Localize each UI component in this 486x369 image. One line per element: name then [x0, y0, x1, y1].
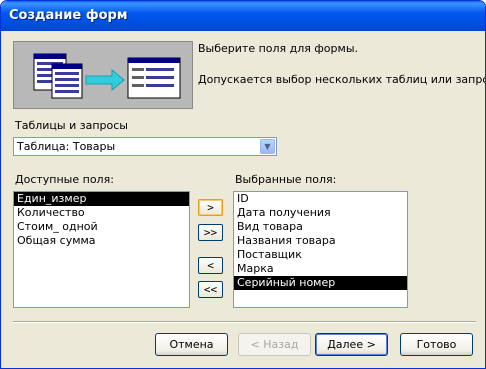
list-item[interactable]: ID [234, 192, 407, 206]
cancel-button[interactable]: Отмена [155, 333, 228, 356]
list-item[interactable]: Количество [14, 206, 189, 220]
dialog-client-area: Выберите поля для формы. Допускается выб… [4, 31, 485, 366]
arrow-right-icon [85, 68, 125, 92]
list-item[interactable]: Стоим_ одной [14, 220, 189, 234]
available-fields-list[interactable]: Един_измер Количество Стоим_ одной Общая… [13, 191, 190, 308]
form-wizard-dialog: Создание форм Выберите поля для формы. Д… [0, 0, 486, 369]
table-window-icon [33, 53, 83, 99]
remove-field-button[interactable]: < [198, 257, 223, 274]
tables-queries-label: Таблицы и запросы [15, 119, 128, 132]
list-item[interactable]: Вид товара [234, 220, 407, 234]
finish-button[interactable]: Готово [400, 333, 473, 356]
list-item[interactable]: Общая сумма [14, 234, 189, 248]
chevron-down-icon[interactable]: ▼ [260, 139, 275, 154]
remove-all-fields-button[interactable]: << [198, 281, 223, 298]
wizard-illustration [13, 41, 193, 109]
tables-queries-combobox[interactable]: Таблица: Товары ▼ [13, 137, 277, 156]
tables-queries-value: Таблица: Товары [17, 140, 116, 153]
form-window-icon [127, 57, 181, 99]
footer-divider [13, 321, 476, 323]
selected-fields-label: Выбранные поля: [235, 173, 337, 186]
selected-fields-list[interactable]: ID Дата получения Вид товара Названия то… [233, 191, 408, 308]
title-bar[interactable]: Создание форм [1, 1, 485, 31]
window-title: Создание форм [9, 8, 128, 23]
list-item[interactable]: Названия товара [234, 234, 407, 248]
list-item[interactable]: Серийный номер [234, 276, 407, 290]
list-item[interactable]: Марка [234, 262, 407, 276]
list-item[interactable]: Поставщик [234, 248, 407, 262]
add-field-button[interactable]: > [198, 199, 223, 216]
intro-text-select-fields: Выберите поля для формы. [198, 42, 358, 55]
list-item[interactable]: Дата получения [234, 206, 407, 220]
add-all-fields-button[interactable]: >> [198, 224, 223, 241]
intro-text-multiple-sources: Допускается выбор нескольких таблиц или … [198, 73, 486, 86]
list-item[interactable]: Един_измер [14, 192, 189, 206]
next-button[interactable]: Далее > [315, 333, 388, 356]
available-fields-label: Доступные поля: [15, 173, 114, 186]
back-button[interactable]: < Назад [238, 333, 311, 356]
